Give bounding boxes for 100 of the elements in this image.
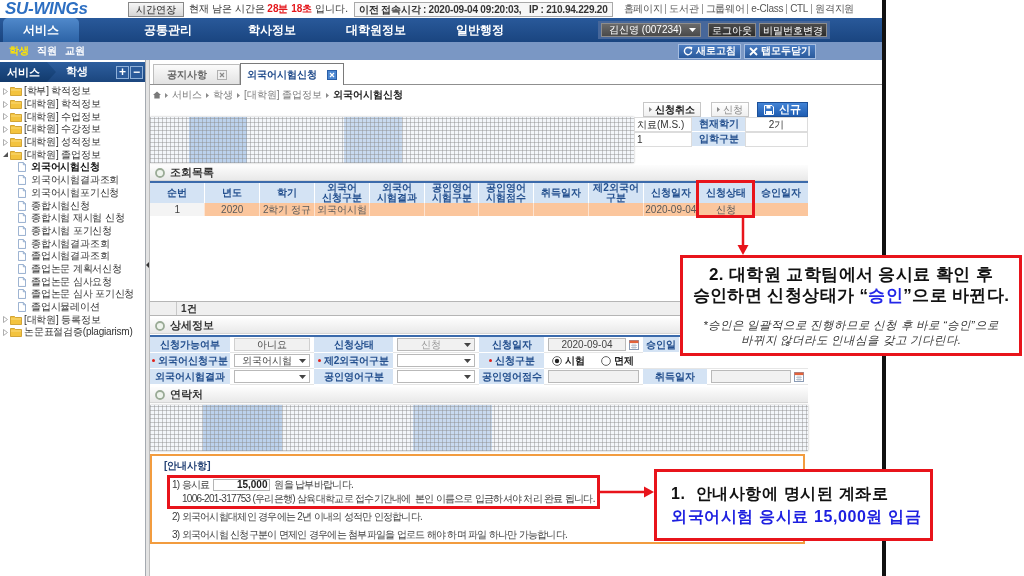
- header-link[interactable]: CTL: [786, 4, 812, 14]
- field-label: 신청가능여부: [160, 337, 220, 352]
- table-cell: 2020: [204, 203, 260, 216]
- tree-folder[interactable]: 논문표절검증(plagiarism): [24, 326, 133, 339]
- caret-right-icon[interactable]: [3, 100, 8, 108]
- dropdown[interactable]: [397, 354, 475, 367]
- column-header: 제2외국어 구분: [588, 182, 644, 203]
- document-icon: [18, 238, 26, 249]
- breadcrumb-item[interactable]: 서비스: [172, 88, 202, 102]
- change-password-button[interactable]: 비밀번호변경: [759, 23, 827, 37]
- caret-right-icon[interactable]: [3, 113, 8, 121]
- tree-item[interactable]: 졸업시험결과조회: [31, 250, 110, 263]
- table-cell: 2020-09-04: [643, 203, 699, 216]
- collapse-arrow-icon[interactable]: [146, 262, 149, 268]
- tree-folder[interactable]: [대학원] 졸업정보: [24, 148, 101, 161]
- expand-all-button[interactable]: +: [116, 65, 129, 79]
- user-select[interactable]: 김신영 (007234): [601, 23, 701, 37]
- page-tab[interactable]: 외국어시험신청: [240, 63, 344, 85]
- header-link[interactable]: 원격지원: [811, 4, 857, 14]
- table-row[interactable]: 1 2020 2학기 정규 외국어시험 2020-09-04 신청: [150, 203, 808, 216]
- header-link[interactable]: 그룹웨어: [701, 4, 748, 14]
- tree-item[interactable]: 외국어시험결과조회: [31, 174, 120, 187]
- caret-down-icon: [464, 358, 471, 363]
- folder-icon: [10, 111, 22, 122]
- app-logo[interactable]: SU-WINGs: [5, 0, 128, 18]
- callout-text: 1. 안내사항에 명시된 계좌로 외국어시험 응시료 15,000원 입금: [671, 484, 923, 527]
- nav-tab[interactable]: 학사정보: [220, 18, 324, 42]
- field-label: 입학구분: [692, 132, 745, 147]
- close-all-tabs-button[interactable]: 탭모두닫기: [744, 43, 816, 59]
- column-header: 외국어 신청구분: [314, 182, 370, 203]
- table-cell: 1: [634, 132, 692, 147]
- nav-tab[interactable]: 대학원정보: [324, 18, 428, 42]
- radio-option[interactable]: 면제: [601, 353, 634, 368]
- table-cell: 2학기 정규: [259, 203, 315, 216]
- tree-folder[interactable]: [대학원] 수업정보: [24, 110, 101, 123]
- header-link[interactable]: 홈페이지: [620, 4, 666, 14]
- tree-folder[interactable]: [대학원] 성적정보: [24, 136, 101, 149]
- collapse-all-button[interactable]: −: [130, 65, 143, 79]
- nav-tab[interactable]: 일반행정: [428, 18, 532, 42]
- field-label: 공인영어점수: [481, 369, 542, 384]
- tree-item[interactable]: 종합시험 포기신청: [31, 224, 112, 237]
- tree-item[interactable]: 졸업논문 심사 포기신청: [31, 288, 135, 301]
- caret-right-icon[interactable]: [3, 125, 8, 133]
- dropdown[interactable]: [397, 370, 475, 383]
- action-button[interactable]: 신청취소: [643, 102, 701, 117]
- dropdown[interactable]: [234, 370, 310, 383]
- tree-item[interactable]: 종합시험결과조회: [31, 237, 110, 250]
- column-header: 공인영어 시험점수: [478, 182, 534, 203]
- calendar-icon[interactable]: [629, 339, 639, 350]
- notice-text: 1) 응시료: [172, 477, 210, 492]
- tree-item[interactable]: 졸업논문 심사요청: [31, 275, 112, 288]
- field-label: 외국어시험결과: [155, 369, 225, 384]
- tree-folder[interactable]: [학부] 학적정보: [24, 85, 91, 98]
- column-header: 외국어 시험결과: [369, 182, 425, 203]
- section-title: 연락처: [170, 387, 203, 402]
- section-title: 조회목록: [170, 165, 214, 180]
- dropdown[interactable]: 외국어시험: [234, 354, 310, 367]
- new-button[interactable]: 신규: [757, 102, 808, 117]
- close-icon[interactable]: [216, 69, 227, 80]
- tree-item[interactable]: 졸업시뮬레이션: [31, 301, 100, 314]
- close-icon[interactable]: [327, 69, 337, 80]
- caret-down-icon: [689, 28, 696, 32]
- caret-down-icon[interactable]: [3, 152, 8, 158]
- sidebar-breadcrumb-item: 학생: [66, 65, 88, 79]
- column-header: 년도: [204, 182, 260, 203]
- nav-tab[interactable]: 공통관리: [116, 18, 220, 42]
- folder-icon: [10, 99, 22, 110]
- home-icon[interactable]: [153, 91, 161, 99]
- caret-right-icon[interactable]: [3, 328, 8, 336]
- calendar-icon[interactable]: [794, 371, 804, 382]
- tree-folder[interactable]: [대학원] 학적정보: [24, 98, 101, 111]
- column-header: 순번: [150, 182, 205, 203]
- radio-option[interactable]: 시험: [552, 353, 585, 368]
- table-cell: 1: [150, 203, 205, 216]
- caret-right-icon[interactable]: [3, 138, 8, 146]
- tree-item[interactable]: 종합시험신청: [31, 199, 90, 212]
- tree-item[interactable]: 외국어시험신청: [31, 161, 100, 174]
- breadcrumb-item[interactable]: 학생: [213, 88, 233, 102]
- tree-folder[interactable]: [대학원] 수강정보: [24, 123, 101, 136]
- notice-text: 2) 외국어시험대체인 경우에는 2년 이내의 성적만 인정합니다.: [172, 509, 423, 524]
- tree-item[interactable]: 외국어시험포기신청: [31, 186, 120, 199]
- field-label: 취득일자: [655, 369, 695, 384]
- last-access-info: 이전 접속시각 : 2020-09-04 09:20:03, IP : 210.94.229.20: [353, 1, 613, 17]
- refresh-button[interactable]: 새로고침: [678, 43, 741, 59]
- caret-right-icon[interactable]: [3, 316, 8, 324]
- breadcrumb-item[interactable]: [대학원] 졸업정보: [244, 88, 323, 102]
- notice-text: 3) 외국어시험 신청구분이 면제인 경우에는 첨부파일을 업로드 해야 하며 파일 하나만 가능합니다.: [172, 527, 568, 542]
- nav-tab[interactable]: 서비스: [3, 18, 79, 42]
- caret-right-icon[interactable]: [3, 87, 8, 95]
- page-tab[interactable]: 공지사항: [153, 64, 240, 84]
- tree-item[interactable]: 종합시험 재시험 신청: [31, 212, 125, 225]
- breadcrumb-item[interactable]: 외국어시험신청: [333, 88, 404, 102]
- header-link[interactable]: 도서관: [665, 4, 702, 14]
- tree-item[interactable]: 졸업논문 계획서신청: [31, 262, 122, 275]
- header-link[interactable]: e-Class: [747, 4, 787, 14]
- tree-folder[interactable]: [대학원] 등록정보: [24, 313, 101, 326]
- extend-time-button[interactable]: 시간연장: [128, 1, 184, 17]
- field-label: 외국어신청구분: [158, 353, 228, 368]
- logout-button[interactable]: 로그아웃: [708, 23, 756, 37]
- fee-field: 15,000: [213, 478, 271, 491]
